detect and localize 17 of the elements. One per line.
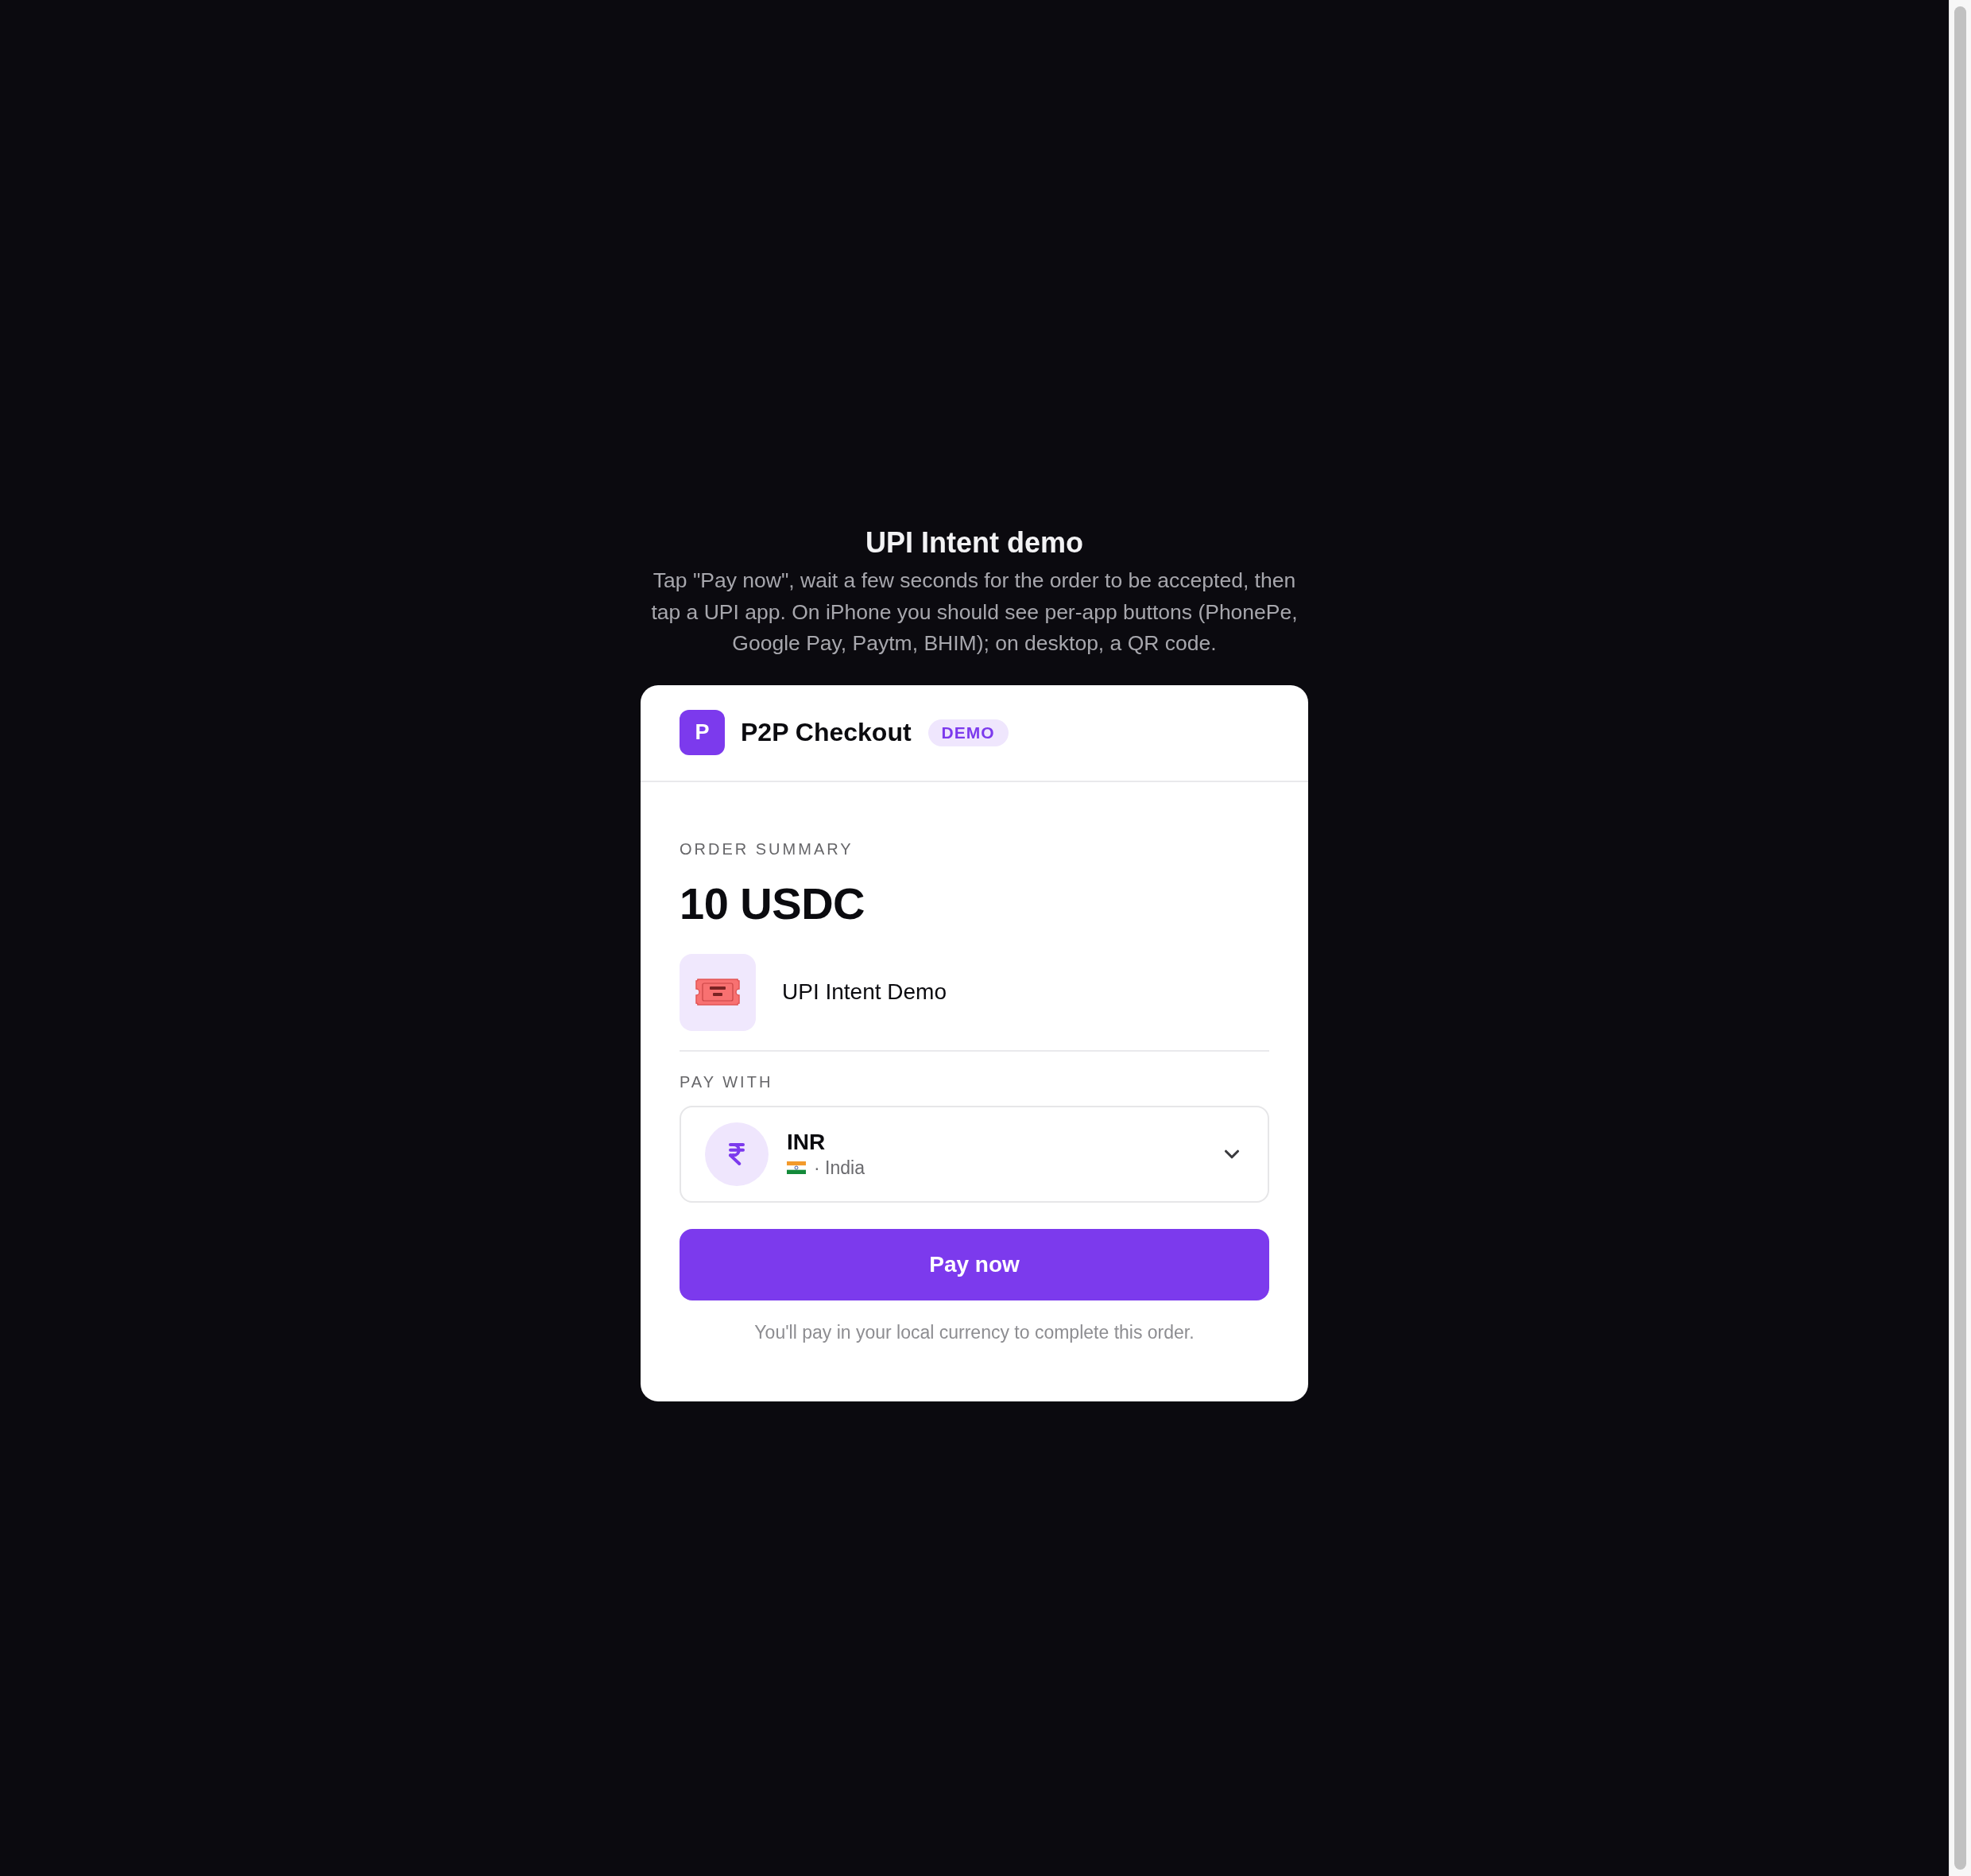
section-label: ORDER SUMMARY xyxy=(680,839,854,859)
instructions-text: Tap "Pay now", wait a few seconds for the order to be accepted, then tap a UPI app. On iPhone you should see per-app buttons (PhonePe, Google Pay, Paytm, BHIM); on desktop, a QR code. xyxy=(650,568,1299,657)
demo-badge: DEMO xyxy=(927,719,1009,746)
country-name: · India xyxy=(814,1156,865,1180)
currency-code: INR xyxy=(787,1128,826,1156)
ticket-icon xyxy=(680,953,756,1031)
pay-now-button[interactable]: Pay now xyxy=(680,1228,1269,1300)
item-name: UPI Intent Demo xyxy=(782,979,947,1005)
scrollbar-thumb[interactable] xyxy=(1954,6,1966,1870)
brand-logo: P xyxy=(680,710,725,755)
brand-name: P2P Checkout xyxy=(741,718,912,747)
flag-icon xyxy=(787,1161,806,1174)
currency-select[interactable]: INR · India xyxy=(680,1105,1269,1203)
section-label: PAY WITH xyxy=(680,1072,773,1091)
footnote-text: You'll pay in your local currency to complete this order. xyxy=(753,1320,1195,1344)
order-amount: 10 USDC xyxy=(680,878,865,929)
page-title: UPI Intent demo xyxy=(865,525,1083,560)
